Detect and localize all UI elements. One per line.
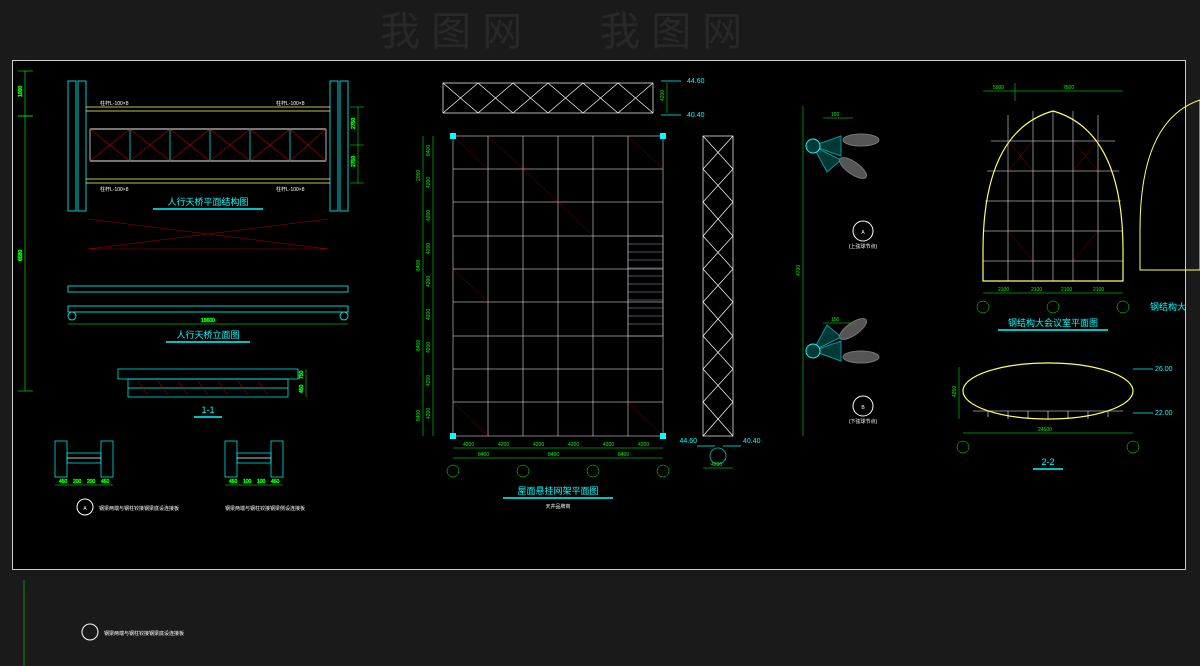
dim-label: 2050 bbox=[416, 170, 422, 181]
dim-label: 200 bbox=[87, 479, 96, 485]
dim-label: 8400 bbox=[416, 260, 422, 271]
roof-grid-plan: 8400 4200 4200 4200 4200 4200 4200 4200 … bbox=[416, 133, 669, 510]
svg-text:我 图 网: 我 图 网 bbox=[380, 10, 522, 54]
drawing-title: 人行天桥立面图 bbox=[176, 329, 239, 340]
dim-label: 2100 bbox=[1093, 287, 1104, 293]
dim-label: 8400 bbox=[618, 452, 629, 458]
elev-label: 40.40 bbox=[687, 112, 705, 119]
dim-label: 8400 bbox=[426, 145, 432, 156]
dim-label: 4200 bbox=[568, 442, 579, 448]
dim-label: 4200 bbox=[426, 177, 432, 188]
dim-label: 200 bbox=[73, 479, 82, 485]
dim-label: 4200 bbox=[426, 309, 432, 320]
dim-label: 4200 bbox=[426, 342, 432, 353]
dim-label: 4200 bbox=[533, 442, 544, 448]
elev-label: 44.60 bbox=[687, 78, 705, 85]
dim-label: 2100 bbox=[998, 287, 1009, 293]
dim-label: 18600 bbox=[201, 318, 215, 324]
dim-label: 8400 bbox=[548, 452, 559, 458]
dim-label: 450 bbox=[271, 479, 280, 485]
dim-label: 6580 bbox=[18, 250, 24, 261]
drawing-title: 屋面悬挂网架平面图 bbox=[517, 485, 598, 496]
dim-label: 2100 bbox=[1061, 287, 1072, 293]
detail-code: A bbox=[861, 230, 865, 236]
dim-label: 4200 bbox=[426, 276, 432, 287]
bridge-connection-details: 450 200 200 450 A 钢梁两端与钢柱铰接钢梁底设连接板 450 1… bbox=[55, 441, 305, 515]
cad-viewport[interactable]: 1000 6580 bbox=[12, 60, 1186, 570]
dim-label: 450 bbox=[101, 479, 110, 485]
bridge-section: 750 450 1-1 bbox=[118, 369, 306, 417]
dim-label: 1000 bbox=[18, 86, 24, 97]
dim-label: 4200 bbox=[426, 375, 432, 386]
conference-plan: 5900 7500 2100 2100 2100 2100 钢结构大会议室平面 bbox=[977, 83, 1129, 330]
detail-code: A bbox=[83, 506, 87, 512]
dim-label: 4250 bbox=[952, 386, 958, 397]
drawing-title: 2-2 bbox=[1041, 457, 1054, 467]
svg-text:我 图 网: 我 图 网 bbox=[600, 10, 742, 54]
member-label: 柱杆L-100×8 bbox=[100, 100, 129, 107]
elev-label: 26.00 bbox=[1155, 366, 1173, 373]
member-label: 柱杆L-100×8 bbox=[100, 186, 129, 193]
detail-note: 钢梁两端与钢柱铰接钢梁侧设连接板 bbox=[225, 505, 305, 512]
dim-label: 4200 bbox=[638, 442, 649, 448]
dim-label: 5900 bbox=[993, 85, 1004, 91]
dim-label: 4200 bbox=[603, 442, 614, 448]
dim-label: 4200 bbox=[426, 210, 432, 221]
dim-label: 450 bbox=[299, 384, 305, 393]
dim-label: 4200 bbox=[463, 442, 474, 448]
detail-note: 钢梁两端与钢柱铰接钢梁底设连接板 bbox=[99, 505, 179, 512]
dim-label: 100 bbox=[243, 479, 252, 485]
dim-label: 450 bbox=[229, 479, 238, 485]
roof-side-truss: 44.60 40.40 4200 bbox=[679, 136, 760, 468]
bridge-plan: 柱杆L-100×8 柱杆L-100×8 柱杆L-100×8 柱杆L-100×8 … bbox=[68, 81, 364, 249]
dim-label: 4200 bbox=[426, 243, 432, 254]
dim-label: 100 bbox=[257, 479, 266, 485]
dim-label: 4200 bbox=[498, 442, 509, 448]
dim-label: 150 bbox=[831, 112, 840, 118]
detail-code: B bbox=[861, 405, 865, 411]
dim-label: 4200 bbox=[711, 462, 722, 468]
roof-top-truss-elevation: 44.60 40.40 4200 bbox=[443, 78, 705, 119]
elev-label: 22.00 bbox=[1155, 410, 1173, 417]
dim-label: 150 bbox=[831, 317, 840, 323]
node-details: 4700 150 A (上弦球节点) 150 bbox=[796, 106, 879, 436]
dim-label: 7500 bbox=[1063, 85, 1074, 91]
dim-label: 24600 bbox=[1038, 427, 1052, 433]
elev-label: 40.40 bbox=[743, 438, 761, 445]
dim-label: 2750 bbox=[351, 118, 357, 129]
dim-label: 4200 bbox=[660, 90, 666, 101]
detail-note: (下弦球节点) bbox=[849, 418, 878, 425]
conference-section: 26.00 22.00 4250 24600 2-2 bbox=[952, 363, 1173, 469]
dim-label: 4200 bbox=[426, 408, 432, 419]
dim-label: 2750 bbox=[351, 156, 357, 167]
cad-model-space[interactable]: 1000 6580 bbox=[13, 61, 1185, 569]
dim-label: 8400 bbox=[416, 340, 422, 351]
bridge-elevation: 18600 人行天桥立面图 bbox=[68, 286, 348, 342]
detail-note: 钢梁两端与钢柱铰接钢梁底设连接板 bbox=[104, 630, 184, 637]
drawing-subtitle: 天井品牌商 bbox=[545, 503, 570, 510]
dim-label: 4700 bbox=[796, 265, 802, 276]
dim-label: 750 bbox=[299, 370, 305, 379]
drawing-title: 1-1 bbox=[201, 405, 214, 415]
member-label: 柱杆L-100×8 bbox=[276, 186, 305, 193]
dim-label: 8400 bbox=[416, 410, 422, 421]
dim-label: 450 bbox=[59, 479, 68, 485]
detail-note: (上弦球节点) bbox=[849, 243, 878, 250]
left-border-dims: 1000 6580 bbox=[18, 71, 33, 391]
dim-label: 8400 bbox=[478, 452, 489, 458]
watermark: 我 图 网 我 图 网 bbox=[0, 0, 1200, 60]
drawing-title: 人行天桥平面结构图 bbox=[167, 196, 248, 207]
elev-label: 44.60 bbox=[679, 438, 697, 445]
dim-label: 2100 bbox=[1031, 287, 1042, 293]
drawing-title: 钢结构大会议室平面图 bbox=[1008, 317, 1098, 328]
member-label: 柱杆L-100×8 bbox=[276, 100, 305, 107]
